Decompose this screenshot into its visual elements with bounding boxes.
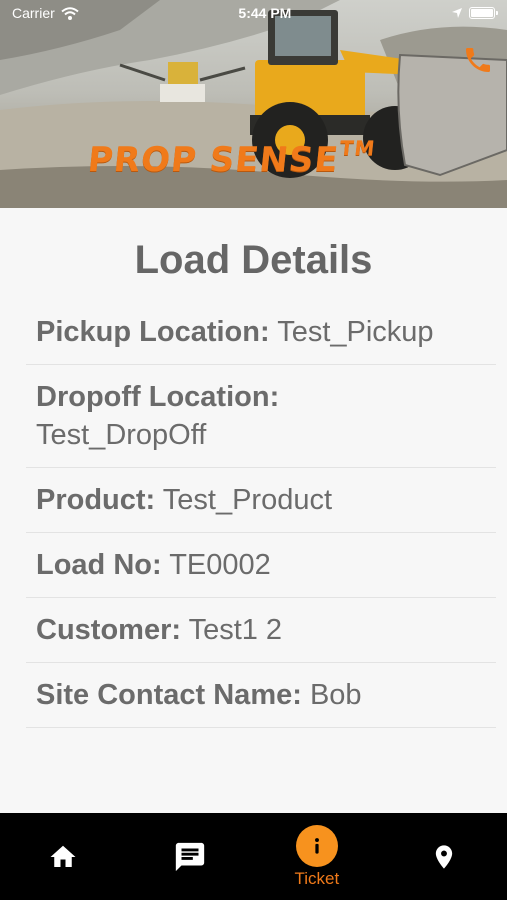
detail-row-load-no: Load No: TE0002 bbox=[26, 533, 496, 598]
detail-row-pickup-location: Pickup Location: Test_Pickup bbox=[26, 300, 496, 365]
tab-location[interactable] bbox=[380, 813, 507, 900]
detail-label: Pickup Location: bbox=[36, 316, 270, 348]
detail-value: Test_Product bbox=[162, 484, 333, 516]
detail-row-dropoff-location: Dropoff Location: Test_DropOff bbox=[26, 365, 496, 468]
detail-value: Bob bbox=[309, 679, 362, 711]
bottom-tab-bar: Ticket bbox=[0, 813, 507, 900]
tab-ticket[interactable]: Ticket bbox=[254, 813, 381, 900]
detail-value: Test_Pickup bbox=[277, 316, 434, 348]
detail-value: Test_DropOff bbox=[36, 419, 207, 451]
tab-home[interactable] bbox=[0, 813, 127, 900]
wifi-icon bbox=[61, 6, 79, 20]
detail-label: Site Contact Name: bbox=[36, 679, 302, 711]
status-bar: Carrier 5:44 PM bbox=[0, 0, 507, 26]
brand-logo: PROP SENSETM bbox=[85, 136, 377, 180]
chat-icon bbox=[175, 842, 205, 871]
phone-call-button[interactable] bbox=[462, 44, 494, 76]
detail-label: Product: bbox=[36, 484, 156, 516]
battery-icon bbox=[468, 7, 498, 19]
detail-value: TE0002 bbox=[169, 549, 271, 581]
phone-icon bbox=[466, 48, 490, 72]
detail-row-product: Product: Test_Product bbox=[26, 468, 496, 533]
tab-ticket-label: Ticket bbox=[294, 868, 340, 888]
detail-label: Load No: bbox=[36, 549, 162, 581]
header-banner: Carrier 5:44 PM PROP SENSETM bbox=[0, 0, 507, 208]
detail-label: Dropoff Location: bbox=[36, 381, 280, 413]
detail-row-customer: Customer: Test1 2 bbox=[26, 598, 496, 663]
details-list: Pickup Location: Test_Pickup Dropoff Loc… bbox=[26, 300, 496, 728]
clock: 5:44 PM bbox=[238, 5, 292, 21]
location-pin-icon bbox=[435, 844, 452, 869]
ticket-icon-badge bbox=[295, 824, 338, 867]
page-title: Load Details bbox=[134, 238, 373, 282]
detail-value: Test1 2 bbox=[188, 614, 283, 646]
location-arrow-icon bbox=[451, 8, 462, 18]
carrier-label: Carrier bbox=[12, 5, 55, 21]
load-details-panel: Load Details Pickup Location: Test_Picku… bbox=[0, 208, 507, 813]
detail-label: Customer: bbox=[36, 614, 182, 646]
tab-messages[interactable] bbox=[127, 813, 254, 900]
detail-row-site-contact-name: Site Contact Name: Bob bbox=[26, 663, 496, 728]
home-icon bbox=[50, 845, 76, 867]
info-icon bbox=[314, 837, 319, 854]
